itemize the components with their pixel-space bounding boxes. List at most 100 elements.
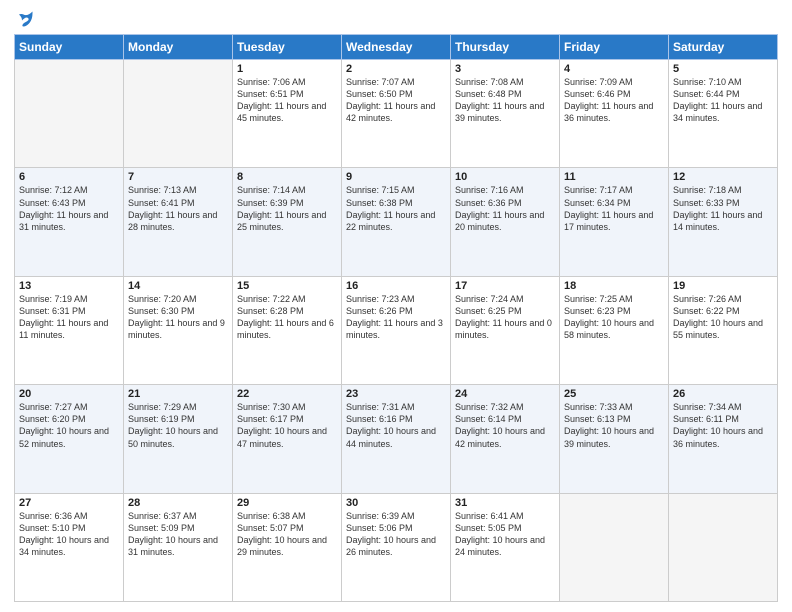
calendar-day-cell: 20Sunrise: 7:27 AMSunset: 6:20 PMDayligh… bbox=[15, 385, 124, 493]
calendar-weekday-header: Sunday bbox=[15, 35, 124, 60]
day-info: Sunrise: 7:27 AMSunset: 6:20 PMDaylight:… bbox=[19, 401, 119, 450]
day-info: Sunrise: 7:13 AMSunset: 6:41 PMDaylight:… bbox=[128, 184, 228, 233]
calendar-day-cell: 14Sunrise: 7:20 AMSunset: 6:30 PMDayligh… bbox=[124, 276, 233, 384]
calendar-week-row: 27Sunrise: 6:36 AMSunset: 5:10 PMDayligh… bbox=[15, 493, 778, 601]
day-info: Sunrise: 7:33 AMSunset: 6:13 PMDaylight:… bbox=[564, 401, 664, 450]
day-number: 10 bbox=[455, 171, 555, 183]
calendar-header-row: SundayMondayTuesdayWednesdayThursdayFrid… bbox=[15, 35, 778, 60]
day-number: 5 bbox=[673, 63, 773, 75]
day-number: 12 bbox=[673, 171, 773, 183]
calendar-day-cell: 28Sunrise: 6:37 AMSunset: 5:09 PMDayligh… bbox=[124, 493, 233, 601]
calendar-day-cell: 18Sunrise: 7:25 AMSunset: 6:23 PMDayligh… bbox=[560, 276, 669, 384]
calendar-day-cell: 9Sunrise: 7:15 AMSunset: 6:38 PMDaylight… bbox=[342, 168, 451, 276]
calendar-day-cell: 27Sunrise: 6:36 AMSunset: 5:10 PMDayligh… bbox=[15, 493, 124, 601]
calendar-day-cell: 1Sunrise: 7:06 AMSunset: 6:51 PMDaylight… bbox=[233, 60, 342, 168]
calendar-day-cell: 6Sunrise: 7:12 AMSunset: 6:43 PMDaylight… bbox=[15, 168, 124, 276]
day-info: Sunrise: 7:18 AMSunset: 6:33 PMDaylight:… bbox=[673, 184, 773, 233]
calendar-day-cell bbox=[669, 493, 778, 601]
calendar-day-cell: 22Sunrise: 7:30 AMSunset: 6:17 PMDayligh… bbox=[233, 385, 342, 493]
day-info: Sunrise: 7:25 AMSunset: 6:23 PMDaylight:… bbox=[564, 293, 664, 342]
logo bbox=[14, 10, 34, 28]
day-number: 19 bbox=[673, 280, 773, 292]
calendar-weekday-header: Tuesday bbox=[233, 35, 342, 60]
day-info: Sunrise: 6:37 AMSunset: 5:09 PMDaylight:… bbox=[128, 510, 228, 559]
logo-bird-icon bbox=[16, 10, 34, 28]
day-number: 22 bbox=[237, 388, 337, 400]
day-number: 26 bbox=[673, 388, 773, 400]
calendar-day-cell: 16Sunrise: 7:23 AMSunset: 6:26 PMDayligh… bbox=[342, 276, 451, 384]
day-info: Sunrise: 7:16 AMSunset: 6:36 PMDaylight:… bbox=[455, 184, 555, 233]
day-number: 18 bbox=[564, 280, 664, 292]
day-number: 2 bbox=[346, 63, 446, 75]
calendar-weekday-header: Monday bbox=[124, 35, 233, 60]
calendar-day-cell: 3Sunrise: 7:08 AMSunset: 6:48 PMDaylight… bbox=[451, 60, 560, 168]
day-number: 15 bbox=[237, 280, 337, 292]
day-info: Sunrise: 6:41 AMSunset: 5:05 PMDaylight:… bbox=[455, 510, 555, 559]
calendar-day-cell: 21Sunrise: 7:29 AMSunset: 6:19 PMDayligh… bbox=[124, 385, 233, 493]
calendar-day-cell: 23Sunrise: 7:31 AMSunset: 6:16 PMDayligh… bbox=[342, 385, 451, 493]
calendar-weekday-header: Saturday bbox=[669, 35, 778, 60]
calendar-day-cell: 17Sunrise: 7:24 AMSunset: 6:25 PMDayligh… bbox=[451, 276, 560, 384]
day-number: 20 bbox=[19, 388, 119, 400]
calendar-day-cell: 19Sunrise: 7:26 AMSunset: 6:22 PMDayligh… bbox=[669, 276, 778, 384]
calendar-day-cell: 13Sunrise: 7:19 AMSunset: 6:31 PMDayligh… bbox=[15, 276, 124, 384]
calendar-week-row: 13Sunrise: 7:19 AMSunset: 6:31 PMDayligh… bbox=[15, 276, 778, 384]
day-number: 3 bbox=[455, 63, 555, 75]
day-number: 27 bbox=[19, 497, 119, 509]
calendar-week-row: 1Sunrise: 7:06 AMSunset: 6:51 PMDaylight… bbox=[15, 60, 778, 168]
day-number: 24 bbox=[455, 388, 555, 400]
day-info: Sunrise: 6:36 AMSunset: 5:10 PMDaylight:… bbox=[19, 510, 119, 559]
day-number: 16 bbox=[346, 280, 446, 292]
day-number: 14 bbox=[128, 280, 228, 292]
calendar-day-cell: 25Sunrise: 7:33 AMSunset: 6:13 PMDayligh… bbox=[560, 385, 669, 493]
calendar-day-cell: 24Sunrise: 7:32 AMSunset: 6:14 PMDayligh… bbox=[451, 385, 560, 493]
day-number: 8 bbox=[237, 171, 337, 183]
day-number: 6 bbox=[19, 171, 119, 183]
day-info: Sunrise: 7:15 AMSunset: 6:38 PMDaylight:… bbox=[346, 184, 446, 233]
calendar: SundayMondayTuesdayWednesdayThursdayFrid… bbox=[14, 34, 778, 602]
calendar-day-cell: 2Sunrise: 7:07 AMSunset: 6:50 PMDaylight… bbox=[342, 60, 451, 168]
calendar-day-cell: 4Sunrise: 7:09 AMSunset: 6:46 PMDaylight… bbox=[560, 60, 669, 168]
calendar-weekday-header: Thursday bbox=[451, 35, 560, 60]
calendar-week-row: 6Sunrise: 7:12 AMSunset: 6:43 PMDaylight… bbox=[15, 168, 778, 276]
calendar-day-cell: 7Sunrise: 7:13 AMSunset: 6:41 PMDaylight… bbox=[124, 168, 233, 276]
day-info: Sunrise: 6:38 AMSunset: 5:07 PMDaylight:… bbox=[237, 510, 337, 559]
calendar-day-cell: 29Sunrise: 6:38 AMSunset: 5:07 PMDayligh… bbox=[233, 493, 342, 601]
day-number: 31 bbox=[455, 497, 555, 509]
day-info: Sunrise: 7:23 AMSunset: 6:26 PMDaylight:… bbox=[346, 293, 446, 342]
day-info: Sunrise: 7:08 AMSunset: 6:48 PMDaylight:… bbox=[455, 76, 555, 125]
day-number: 4 bbox=[564, 63, 664, 75]
day-info: Sunrise: 7:09 AMSunset: 6:46 PMDaylight:… bbox=[564, 76, 664, 125]
day-info: Sunrise: 7:30 AMSunset: 6:17 PMDaylight:… bbox=[237, 401, 337, 450]
day-info: Sunrise: 7:10 AMSunset: 6:44 PMDaylight:… bbox=[673, 76, 773, 125]
day-number: 21 bbox=[128, 388, 228, 400]
calendar-day-cell: 12Sunrise: 7:18 AMSunset: 6:33 PMDayligh… bbox=[669, 168, 778, 276]
calendar-day-cell: 26Sunrise: 7:34 AMSunset: 6:11 PMDayligh… bbox=[669, 385, 778, 493]
calendar-day-cell: 15Sunrise: 7:22 AMSunset: 6:28 PMDayligh… bbox=[233, 276, 342, 384]
day-number: 29 bbox=[237, 497, 337, 509]
day-number: 25 bbox=[564, 388, 664, 400]
day-info: Sunrise: 7:22 AMSunset: 6:28 PMDaylight:… bbox=[237, 293, 337, 342]
calendar-day-cell bbox=[124, 60, 233, 168]
calendar-day-cell bbox=[15, 60, 124, 168]
day-info: Sunrise: 7:12 AMSunset: 6:43 PMDaylight:… bbox=[19, 184, 119, 233]
day-info: Sunrise: 7:07 AMSunset: 6:50 PMDaylight:… bbox=[346, 76, 446, 125]
header bbox=[14, 10, 778, 28]
day-number: 17 bbox=[455, 280, 555, 292]
calendar-day-cell bbox=[560, 493, 669, 601]
calendar-day-cell: 31Sunrise: 6:41 AMSunset: 5:05 PMDayligh… bbox=[451, 493, 560, 601]
page: SundayMondayTuesdayWednesdayThursdayFrid… bbox=[0, 0, 792, 612]
logo-text bbox=[14, 10, 34, 28]
day-info: Sunrise: 7:32 AMSunset: 6:14 PMDaylight:… bbox=[455, 401, 555, 450]
day-number: 9 bbox=[346, 171, 446, 183]
day-info: Sunrise: 7:19 AMSunset: 6:31 PMDaylight:… bbox=[19, 293, 119, 342]
day-info: Sunrise: 7:34 AMSunset: 6:11 PMDaylight:… bbox=[673, 401, 773, 450]
day-info: Sunrise: 7:17 AMSunset: 6:34 PMDaylight:… bbox=[564, 184, 664, 233]
day-info: Sunrise: 7:06 AMSunset: 6:51 PMDaylight:… bbox=[237, 76, 337, 125]
calendar-day-cell: 5Sunrise: 7:10 AMSunset: 6:44 PMDaylight… bbox=[669, 60, 778, 168]
day-number: 28 bbox=[128, 497, 228, 509]
day-number: 1 bbox=[237, 63, 337, 75]
day-number: 23 bbox=[346, 388, 446, 400]
day-info: Sunrise: 7:31 AMSunset: 6:16 PMDaylight:… bbox=[346, 401, 446, 450]
calendar-day-cell: 11Sunrise: 7:17 AMSunset: 6:34 PMDayligh… bbox=[560, 168, 669, 276]
